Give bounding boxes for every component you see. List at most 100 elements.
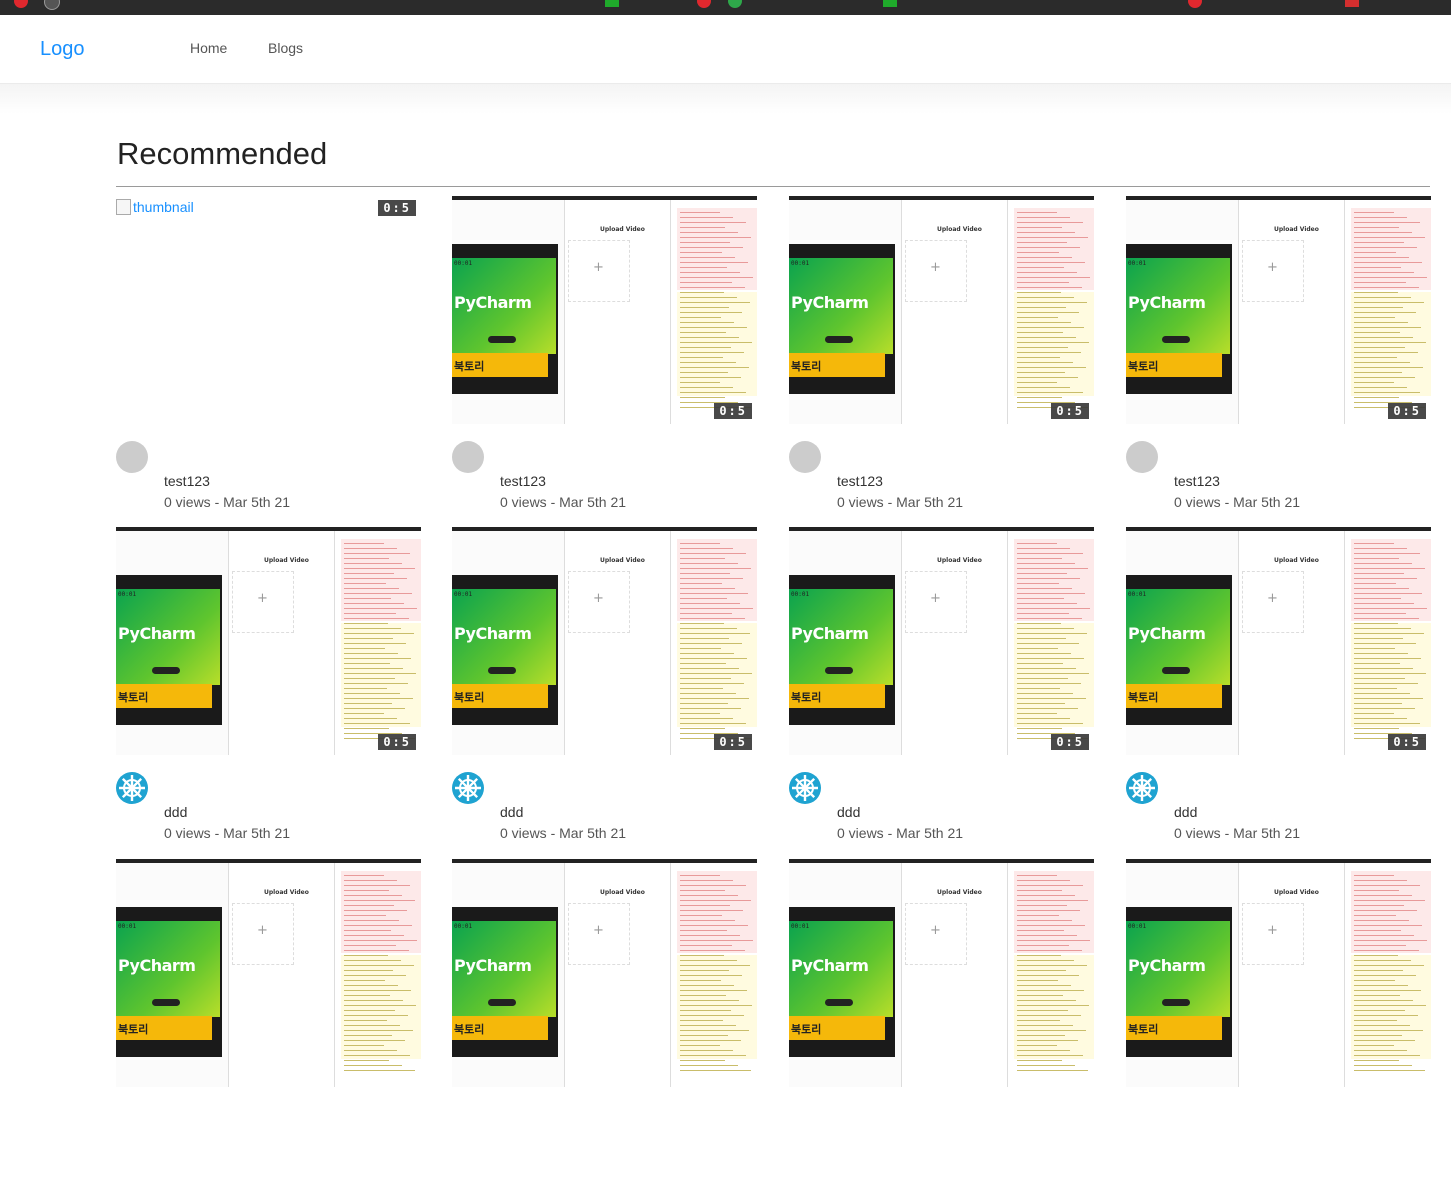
thumb-console-line — [1017, 317, 1058, 318]
thumb-console-line — [1017, 262, 1085, 263]
thumb-banner-text: 북토리 — [118, 1023, 149, 1036]
thumb-console-line — [344, 608, 417, 609]
video-author: ddd — [1174, 804, 1198, 820]
thumb-console-line — [1017, 558, 1062, 559]
duration-badge: 0:5 — [1051, 734, 1089, 750]
video-card[interactable]: Upload Video + PyCharm 북토리 00:01 0:5 test123 0 … — [789, 196, 1094, 516]
thumb-console-line — [1017, 222, 1083, 223]
thumb-console-line — [1017, 593, 1085, 594]
video-card[interactable]: thumbnail 0:5 test123 0 views - Mar 5th 21 — [116, 196, 421, 516]
thumb-console-line — [680, 257, 735, 258]
thumb-console-line — [344, 578, 407, 579]
thumb-console-line — [1354, 287, 1419, 288]
thumb-mid-panel — [901, 200, 1008, 424]
avatar[interactable] — [1126, 441, 1158, 473]
nav-link-blogs[interactable]: Blogs — [268, 40, 303, 56]
page-title: Recommended — [117, 136, 328, 171]
thumb-console-line — [680, 573, 730, 574]
thumb-console-line — [1017, 653, 1071, 654]
video-card[interactable]: Upload Video + PyCharm 북토리 00:01 0:5 test123 0 … — [452, 196, 757, 516]
avatar[interactable] — [789, 441, 821, 473]
thumb-console-line — [1017, 880, 1070, 881]
thumb-console-line — [1017, 387, 1070, 388]
video-thumbnail[interactable]: Upload Video + PyCharm 북토리 00:01 — [116, 859, 421, 1087]
thumb-console-line — [680, 1035, 728, 1036]
red-dot-icon — [1188, 0, 1202, 8]
thumb-pycharm-label: PyCharm — [791, 293, 869, 312]
thumb-upload-title: Upload Video — [1274, 226, 1319, 233]
thumb-console-line — [1354, 337, 1413, 338]
video-thumbnail[interactable]: Upload Video + PyCharm 북토리 00:01 0:5 — [116, 527, 421, 755]
thumb-console-line — [680, 703, 728, 704]
video-card[interactable]: Upload Video + PyCharm 북토리 00:01 — [452, 859, 757, 1179]
thumb-console-line — [680, 1030, 749, 1031]
logo-link[interactable]: Logo — [40, 38, 85, 61]
broken-thumbnail-image[interactable]: thumbnail — [116, 199, 194, 215]
thumb-console-line — [344, 940, 417, 941]
thumb-pycharm-label: PyCharm — [1128, 293, 1206, 312]
video-thumbnail[interactable]: thumbnail 0:5 — [116, 196, 421, 424]
thumb-console-line — [1354, 573, 1404, 574]
thumb-console-line — [344, 920, 399, 921]
video-card[interactable]: Upload Video + PyCharm 북토리 00:01 0:5 ddd 0 view… — [452, 527, 757, 847]
nav-link-home[interactable]: Home — [190, 40, 227, 56]
video-card[interactable]: Upload Video + PyCharm 북토리 00:01 — [1126, 859, 1431, 1179]
thumb-console-line — [1354, 1035, 1402, 1036]
video-card[interactable]: Upload Video + PyCharm 북토리 00:01 0:5 test123 0 … — [1126, 196, 1431, 516]
thumb-console-line — [344, 563, 402, 564]
video-thumbnail[interactable]: Upload Video + PyCharm 북토리 00:01 — [1126, 859, 1431, 1087]
thumb-console-line — [344, 703, 392, 704]
thumb-console-line — [1354, 352, 1418, 353]
thumb-mid-panel — [1238, 531, 1345, 755]
thumb-console-line — [344, 875, 384, 876]
thumb-console-line — [680, 553, 746, 554]
thumb-console-line — [1017, 955, 1061, 956]
thumb-console-line — [1354, 698, 1423, 699]
thumb-console-line — [680, 890, 725, 891]
thumb-console-line — [1354, 593, 1422, 594]
thumb-plus-sign: + — [593, 923, 604, 938]
video-thumbnail[interactable]: Upload Video + PyCharm 북토리 00:01 0:5 — [789, 196, 1094, 424]
avatar[interactable] — [789, 772, 821, 804]
thumb-console-line — [344, 930, 391, 931]
thumb-console-line — [680, 222, 746, 223]
thumb-console-line — [344, 633, 414, 634]
duration-badge: 0:5 — [378, 200, 416, 216]
avatar[interactable] — [1126, 772, 1158, 804]
video-thumbnail[interactable]: Upload Video + PyCharm 북토리 00:01 — [789, 859, 1094, 1087]
thumb-mid-panel — [901, 863, 1008, 1087]
video-thumbnail[interactable]: Upload Video + PyCharm 북토리 00:01 — [452, 859, 757, 1087]
video-thumbnail[interactable]: Upload Video + PyCharm 북토리 00:01 0:5 — [452, 196, 757, 424]
video-thumbnail[interactable]: Upload Video + PyCharm 북토리 00:01 0:5 — [789, 527, 1094, 755]
thumb-console-line — [680, 728, 725, 729]
thumb-console-line — [1354, 227, 1399, 228]
avatar[interactable] — [116, 772, 148, 804]
avatar[interactable] — [116, 441, 148, 473]
thumb-console-line — [1354, 673, 1426, 674]
video-card[interactable]: Upload Video + PyCharm 북토리 00:01 0:5 ddd 0 view… — [116, 527, 421, 847]
avatar[interactable] — [452, 441, 484, 473]
thumb-console-line — [1017, 718, 1070, 719]
thumb-console-line — [1354, 935, 1414, 936]
thumb-console-line — [344, 583, 386, 584]
video-card[interactable]: Upload Video + PyCharm 북토리 00:01 0:5 ddd 0 view… — [789, 527, 1094, 847]
avatar[interactable] — [452, 772, 484, 804]
thumb-console-line — [344, 1060, 389, 1061]
video-card[interactable]: Upload Video + PyCharm 북토리 00:01 — [116, 859, 421, 1179]
video-thumbnail[interactable]: Upload Video + PyCharm 북토리 00:01 0:5 — [1126, 527, 1431, 755]
video-card[interactable]: Upload Video + PyCharm 북토리 00:01 — [789, 859, 1094, 1179]
clock-icon — [44, 0, 60, 10]
thumb-console-line — [1017, 910, 1080, 911]
video-card[interactable]: Upload Video + PyCharm 북토리 00:01 0:5 ddd 0 view… — [1126, 527, 1431, 847]
thumb-banner-text: 북토리 — [791, 1023, 822, 1036]
video-thumbnail[interactable]: Upload Video + PyCharm 북토리 00:01 0:5 — [452, 527, 757, 755]
thumb-console-line — [680, 975, 742, 976]
thumb-console-line — [1017, 668, 1076, 669]
thumb-console-line — [1354, 995, 1400, 996]
thumb-console-line — [1354, 232, 1412, 233]
thumb-console-line — [1017, 377, 1078, 378]
thumb-console-line — [680, 1050, 733, 1051]
thumb-console-line — [1017, 347, 1068, 348]
thumb-console-line — [1017, 618, 1082, 619]
video-thumbnail[interactable]: Upload Video + PyCharm 북토리 00:01 0:5 — [1126, 196, 1431, 424]
